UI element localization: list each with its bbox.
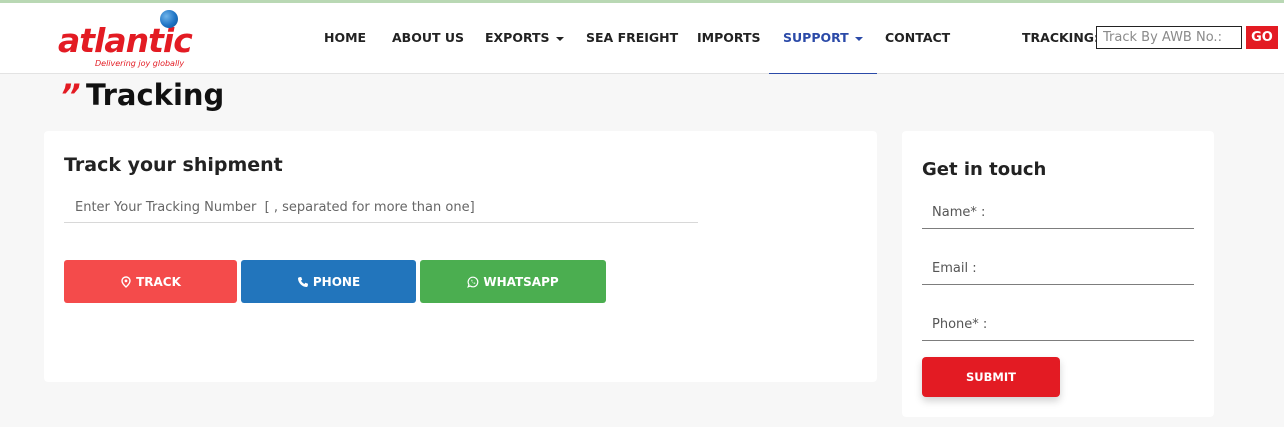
site-header: atlantic Delivering joy globally HOME AB… (0, 3, 1284, 74)
caret-down-icon (854, 36, 863, 41)
nav-sea-freight[interactable]: SEA FREIGHT (586, 3, 678, 74)
nav-imports[interactable]: IMPORTS (697, 3, 760, 74)
globe-icon (160, 10, 178, 28)
phone-field[interactable] (922, 309, 1194, 341)
caret-down-icon (555, 36, 564, 41)
nav-about-us[interactable]: ABOUT US (392, 3, 464, 74)
whatsapp-button-label: WHATSAPP (483, 274, 559, 289)
map-pin-icon (121, 275, 131, 288)
phone-icon (297, 276, 308, 287)
track-button[interactable]: TRACK (64, 260, 237, 303)
whatsapp-button[interactable]: WHATSAPP (420, 260, 606, 303)
quote-mark-icon: ” (60, 77, 81, 115)
nav-support[interactable]: SUPPORT (769, 3, 877, 74)
contact-card: Get in touch SUBMIT (902, 131, 1214, 417)
whatsapp-icon (467, 276, 479, 288)
phone-button[interactable]: PHONE (241, 260, 416, 303)
tracking-card: Track your shipment TRACK PHONE WHATSAPP (44, 131, 877, 382)
tracking-number-input[interactable] (64, 193, 698, 223)
nav-contact[interactable]: CONTACT (885, 3, 950, 74)
phone-button-label: PHONE (312, 274, 361, 289)
brand-logo[interactable]: atlantic Delivering joy globally (58, 10, 198, 72)
tracking-card-title: Track your shipment (64, 154, 283, 176)
go-button[interactable]: GO (1246, 26, 1278, 49)
page-title: Tracking (86, 78, 225, 112)
header-tracking-label: TRACKING: (1022, 30, 1100, 45)
name-field[interactable] (922, 197, 1194, 229)
nav-exports[interactable]: EXPORTS (485, 3, 564, 74)
email-field[interactable] (922, 253, 1194, 285)
contact-card-title: Get in touch (922, 159, 1047, 180)
awb-tracking-input[interactable] (1096, 26, 1242, 49)
track-button-label: TRACK (136, 274, 181, 289)
brand-tagline: Delivering joy globally (95, 59, 185, 68)
nav-home[interactable]: HOME (324, 3, 366, 74)
brand-name: atlantic (58, 21, 193, 60)
submit-button[interactable]: SUBMIT (922, 357, 1060, 397)
